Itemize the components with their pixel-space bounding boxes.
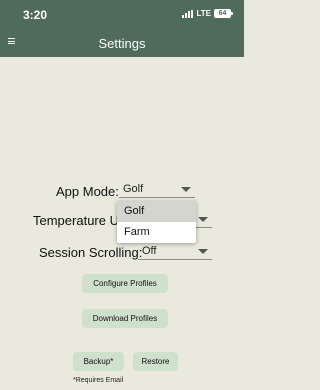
session-scrolling-select[interactable]: Off [138,244,212,260]
temperature-units-label: Temperature Un [33,213,127,228]
app-bar: Settings [0,28,244,57]
configure-profiles-button[interactable]: Configure Profiles [82,274,168,293]
app-mode-row: App Mode: [56,184,119,199]
session-scrolling-value: Off [142,245,157,257]
network-label: LTE [196,9,211,18]
dropdown-option-farm[interactable]: Farm [117,222,196,243]
temperature-units-row: Temperature Un [33,213,126,228]
chevron-down-icon [181,187,191,192]
status-time: 3:20 [23,8,48,22]
requires-email-note: *Requires Email [73,377,124,384]
app-mode-label: App Mode: [56,184,119,199]
chevron-down-icon [198,217,208,222]
app-mode-dropdown-menu: Golf Farm [117,201,196,243]
session-scrolling-label: Session Scrolling: [39,245,143,260]
status-indicators: LTE 64 [182,9,233,18]
battery-icon: 64 [214,9,233,18]
session-scrolling-row: Session Scrolling: [39,245,142,260]
page-title: Settings [98,36,146,51]
status-bar: 3:20 LTE 64 [0,0,244,28]
backup-button[interactable]: Backup* [73,352,124,371]
download-profiles-button[interactable]: Download Profiles [82,309,168,328]
app-mode-select[interactable]: Golf [119,182,195,198]
restore-button[interactable]: Restore [133,352,178,371]
chevron-down-icon [198,249,208,254]
app-mode-value: Golf [123,183,144,195]
signal-icon [182,9,194,18]
dropdown-option-golf[interactable]: Golf [117,201,196,222]
